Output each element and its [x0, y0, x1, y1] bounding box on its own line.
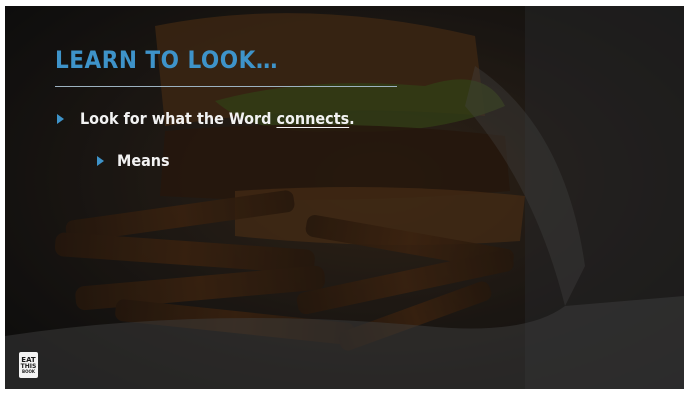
bullet-arrow-icon [57, 113, 64, 124]
slide: LEARN TO LOOK… Look for what the Word co… [5, 6, 684, 389]
sub-bullet-arrow-icon [97, 155, 104, 166]
slide-title: LEARN TO LOOK… [55, 46, 278, 74]
eat-this-book-logo: EAT THIS BOOK [19, 352, 38, 378]
bullet-text-after: . [349, 109, 355, 128]
bullet-level-1: Look for what the Word connects. [57, 109, 355, 128]
bullet-text: Look for what the Word connects. [80, 109, 355, 128]
slide-frame: LEARN TO LOOK… Look for what the Word co… [0, 0, 689, 395]
bullet-underlined-word: connects [276, 109, 350, 128]
sub-bullet-text: Means [117, 151, 170, 170]
logo-line-3: BOOK [22, 369, 35, 374]
bullet-text-before: Look for what the Word [80, 109, 277, 128]
bullet-level-2: Means [97, 151, 170, 170]
title-divider [55, 86, 397, 87]
